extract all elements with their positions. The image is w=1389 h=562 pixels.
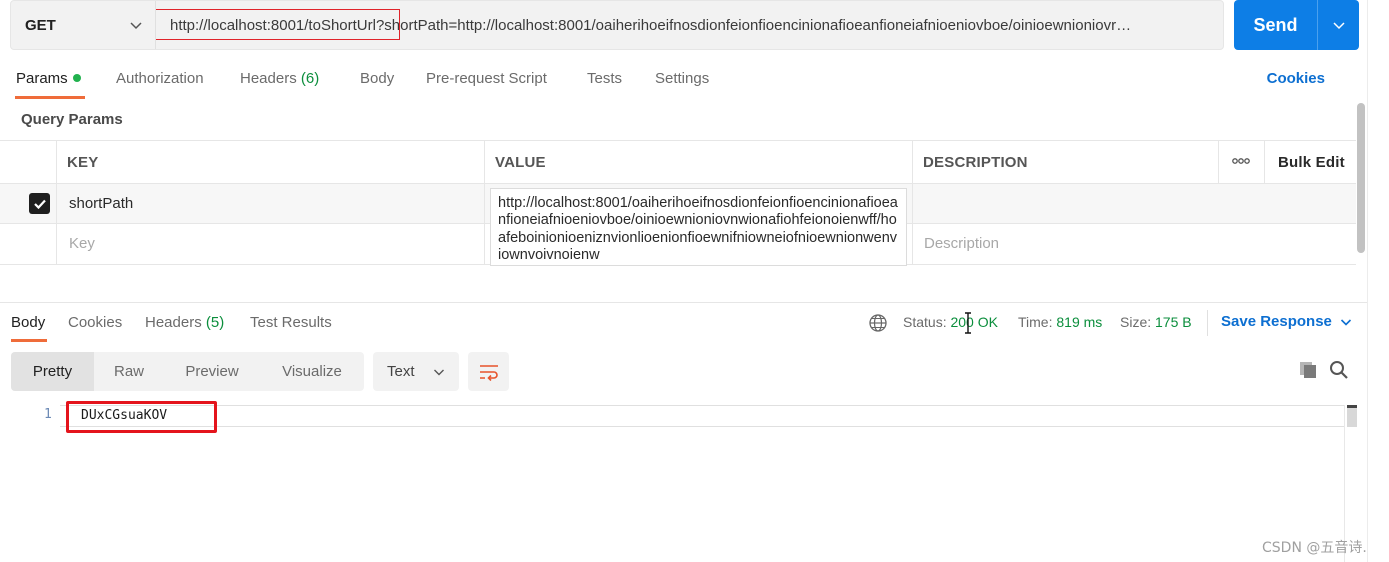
send-button-group: Send [1234,0,1359,50]
chevron-down-icon [130,22,142,30]
response-type-select[interactable]: Text [373,352,459,391]
chevron-down-icon [1340,318,1351,326]
send-options-button[interactable] [1318,0,1359,50]
url-highlight-box [156,9,400,40]
url-input[interactable]: http://localhost:8001/toShortUrl?shortPa… [156,1,1223,49]
response-headers-label: Headers [145,314,202,331]
column-value: VALUE [495,154,546,171]
time-info: Time: 819 ms [1018,314,1102,330]
more-options-icon[interactable] [1231,153,1251,173]
size-label: Size: [1120,314,1152,330]
method-select[interactable]: GET [11,1,156,49]
wrap-lines-icon [479,364,498,381]
column-description: DESCRIPTION [923,154,1028,171]
format-preview-button[interactable]: Preview [164,352,260,391]
params-scrollbar[interactable] [1356,103,1366,263]
format-toggle-group: Pretty Raw Preview Visualize [11,352,364,391]
bulk-edit-button[interactable]: Bulk Edit [1278,154,1345,171]
cookies-link[interactable]: Cookies [1267,70,1325,87]
watermark-text: CSDN @五音诗. [1262,540,1367,556]
table-header-row: KEY VALUE DESCRIPTION Bulk Edit [0,141,1356,184]
copy-icon[interactable] [1298,360,1318,380]
new-key-input[interactable]: Key [69,235,95,252]
tab-body[interactable]: Body [360,70,394,87]
response-active-tab-indicator [11,339,47,342]
format-raw-button[interactable]: Raw [94,352,164,391]
format-visualize-button[interactable]: Visualize [260,352,364,391]
response-tab-body[interactable]: Body [11,314,45,331]
save-response-label: Save Response [1221,313,1332,330]
response-highlight-box [66,401,217,433]
text-cursor-icon [965,312,971,334]
status-value: 200 OK [950,314,998,330]
pane-divider[interactable] [0,302,1367,303]
param-key[interactable]: shortPath [69,195,133,212]
tab-params-label: Params [16,70,68,87]
send-button[interactable]: Send [1234,0,1318,50]
time-label: Time: [1018,314,1053,330]
tab-authorization[interactable]: Authorization [116,70,204,87]
tab-tests[interactable]: Tests [587,70,622,87]
divider [1207,310,1208,336]
response-code-line [60,405,1344,427]
save-response-button[interactable]: Save Response [1221,313,1352,330]
request-tabs: Params Authorization Headers (6) Body Pr… [0,62,1360,102]
response-tab-headers[interactable]: Headers (5) [145,314,224,331]
new-description-input[interactable]: Description [924,235,999,252]
param-checkbox[interactable] [29,193,50,214]
response-type-label: Text [387,363,415,380]
search-icon[interactable] [1329,360,1349,380]
response-tab-cookies[interactable]: Cookies [68,314,122,331]
globe-icon[interactable] [868,313,888,333]
check-icon [33,199,46,209]
size-info: Size: 175 B [1120,314,1192,330]
response-headers-count: (5) [205,314,225,331]
tab-headers-label: Headers [240,70,297,87]
tab-headers[interactable]: Headers (6) [240,70,319,87]
size-value: 175 B [1155,314,1192,330]
request-url-bar: GET http://localhost:8001/toShortUrl?sho… [10,0,1224,50]
headers-count: (6) [300,70,320,87]
line-number: 1 [44,407,52,422]
method-label: GET [25,16,56,34]
status-info: Status: 200 OK [903,314,998,330]
chevron-down-icon [434,369,444,375]
wrap-lines-button[interactable] [468,352,509,391]
response-tab-test-results[interactable]: Test Results [250,314,332,331]
query-params-title: Query Params [21,111,123,128]
time-value: 819 ms [1056,314,1103,330]
tab-pre-request-script[interactable]: Pre-request Script [426,70,547,87]
param-value-editor[interactable]: http://localhost:8001/oaiherihoeifnosdio… [490,188,907,266]
column-key: KEY [67,154,99,171]
status-label: Status: [903,314,947,330]
params-active-dot [72,74,81,83]
active-tab-indicator [15,96,85,99]
tab-params[interactable]: Params [16,70,81,87]
chevron-down-icon [1332,22,1345,30]
tab-settings[interactable]: Settings [655,70,709,87]
format-pretty-button[interactable]: Pretty [11,352,94,391]
pane-border [1367,0,1368,562]
